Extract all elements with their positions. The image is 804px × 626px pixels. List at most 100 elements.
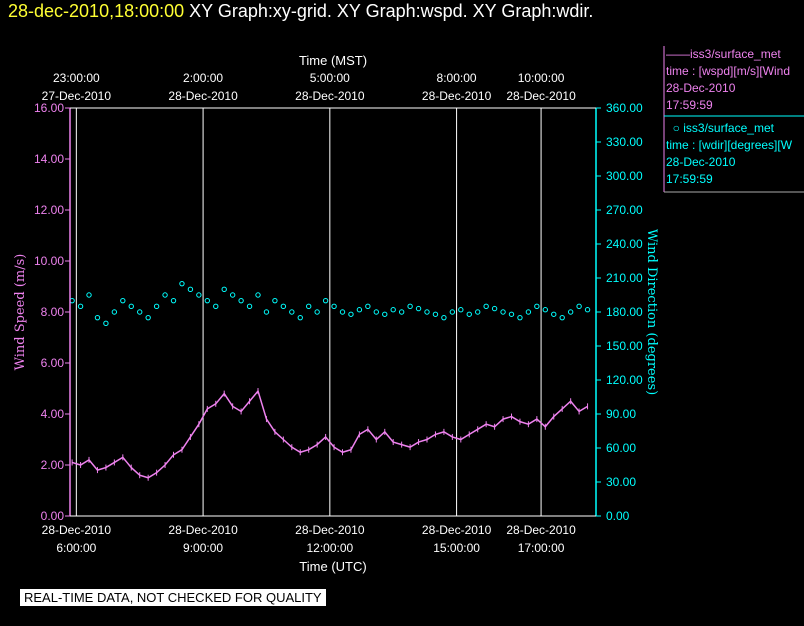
wdir-point bbox=[162, 292, 168, 298]
legend-wdir-date: 28-Dec-2010 bbox=[666, 155, 736, 169]
axes bbox=[65, 107, 601, 517]
wdir-point bbox=[246, 303, 253, 310]
x-bottom-tick-date: 28-Dec-2010 bbox=[422, 523, 492, 537]
x-bottom-axis-title: Time (UTC) bbox=[299, 559, 366, 574]
legend-wspd-date: 28-Dec-2010 bbox=[666, 81, 736, 95]
wdir-point bbox=[424, 309, 430, 315]
legend-wspd-var: time : [wspd][m/s][Wind bbox=[666, 64, 791, 78]
wdir-point bbox=[365, 303, 371, 310]
legend-wspd-time: 17:59:59 bbox=[666, 98, 713, 112]
wdir-point bbox=[483, 303, 489, 310]
legend-wspd: ——iss3/surface_met time : [wspd][m/s][Wi… bbox=[666, 46, 804, 114]
wdir-point bbox=[475, 309, 481, 315]
wdir-point bbox=[280, 303, 287, 310]
legend-wdir-series: iss3/surface_met bbox=[683, 121, 774, 135]
wdir-point bbox=[255, 292, 261, 298]
wdir-point bbox=[145, 314, 151, 321]
y-left-tick-label: 12.00 bbox=[34, 203, 64, 217]
y-right-tick-label: 30.00 bbox=[606, 475, 636, 489]
wdir-point bbox=[373, 309, 380, 315]
y-right-tick-label: 240.00 bbox=[606, 237, 643, 251]
wdir-point bbox=[534, 303, 540, 310]
wdir-point bbox=[238, 297, 244, 304]
x-bottom-tick-date: 28-Dec-2010 bbox=[42, 523, 112, 537]
x-bottom-tick-time: 17:00:00 bbox=[518, 541, 565, 555]
wdir-point bbox=[331, 303, 337, 310]
x-bottom-tick-time: 6:00:00 bbox=[56, 541, 96, 555]
wdir-point bbox=[170, 297, 177, 304]
x-bottom-tick-time: 12:00:00 bbox=[306, 541, 353, 555]
x-top-tick-date: 28-Dec-2010 bbox=[168, 89, 238, 103]
wdir-point bbox=[508, 311, 515, 317]
wdir-point bbox=[466, 311, 472, 317]
x-top-tick-date: 28-Dec-2010 bbox=[422, 89, 492, 103]
wdir-point bbox=[86, 292, 92, 298]
disclaimer-banner: REAL-TIME DATA, NOT CHECKED FOR QUALITY bbox=[20, 589, 326, 606]
wdir-point bbox=[576, 303, 582, 310]
wdir-point bbox=[103, 320, 109, 327]
wdir-point bbox=[196, 292, 202, 298]
legend-wdir-var: time : [wdir][degrees][W bbox=[666, 138, 793, 152]
wdir-point bbox=[500, 309, 506, 315]
wdir-point bbox=[297, 314, 303, 321]
wdir-point bbox=[441, 314, 447, 321]
y-right-tick-label: 90.00 bbox=[606, 407, 636, 421]
y-left-tick-label: 10.00 bbox=[34, 254, 64, 268]
x-bottom-tick-date: 28-Dec-2010 bbox=[168, 523, 238, 537]
wdir-point bbox=[306, 303, 312, 310]
axis-labels: 28-Dec-2010 6:00:00 28-Dec-2010 9:00:00 28-D… bbox=[13, 53, 659, 574]
wdir-point bbox=[77, 303, 84, 310]
y-left-tick-label: 14.00 bbox=[34, 152, 64, 166]
wdir-point bbox=[559, 314, 565, 321]
x-top-axis-title: Time (MST) bbox=[299, 53, 367, 68]
y-right-tick-label: 120.00 bbox=[606, 373, 643, 387]
wdir-point bbox=[289, 309, 295, 315]
grid bbox=[75, 108, 542, 516]
wdir-point bbox=[432, 311, 439, 317]
wdir-point bbox=[348, 311, 354, 317]
wdir-point bbox=[398, 309, 405, 315]
wdir-point bbox=[322, 297, 329, 304]
wdir-point bbox=[339, 309, 346, 315]
wdir-point bbox=[137, 309, 143, 315]
x-top-tick-time: 5:00:00 bbox=[310, 71, 350, 85]
x-bottom-tick-date: 28-Dec-2010 bbox=[295, 523, 365, 537]
wdir-point bbox=[584, 307, 591, 313]
wdir-point bbox=[120, 297, 126, 304]
x-top-tick-time: 2:00:00 bbox=[183, 71, 223, 85]
y-right-tick-label: 60.00 bbox=[606, 441, 636, 455]
wdir-point bbox=[415, 305, 422, 312]
y-right-tick-label: 150.00 bbox=[606, 339, 643, 353]
y-left-tick-label: 0.00 bbox=[41, 509, 65, 523]
y-right-tick-label: 0.00 bbox=[606, 509, 630, 523]
wdir-point bbox=[491, 305, 498, 312]
y-left-tick-label: 6.00 bbox=[41, 356, 65, 370]
wdir-point bbox=[567, 309, 574, 315]
legend-wspd-series: iss3/surface_met bbox=[690, 47, 781, 61]
wdir-point bbox=[551, 311, 557, 317]
x-bottom-tick-time: 9:00:00 bbox=[183, 541, 223, 555]
legend-wspd-line-icon: —— bbox=[666, 47, 690, 61]
wdir-point bbox=[390, 307, 396, 313]
y-right-tick-label: 270.00 bbox=[606, 203, 643, 217]
x-top-tick-time: 23:00:00 bbox=[53, 71, 100, 85]
x-top-tick-time: 8:00:00 bbox=[437, 71, 477, 85]
x-bottom-tick-time: 15:00:00 bbox=[433, 541, 480, 555]
wdir-point bbox=[314, 309, 320, 315]
wdir-point bbox=[221, 286, 227, 293]
wdir-point bbox=[449, 309, 456, 315]
wdir-point bbox=[382, 311, 388, 317]
wdir-point bbox=[187, 286, 194, 293]
x-top-tick-time: 10:00:00 bbox=[518, 71, 565, 85]
x-top-tick-date: 28-Dec-2010 bbox=[506, 89, 576, 103]
y-right-tick-label: 330.00 bbox=[606, 135, 643, 149]
wdir-point bbox=[517, 314, 523, 321]
y-left-tick-label: 8.00 bbox=[41, 305, 65, 319]
wdir-point bbox=[153, 303, 160, 310]
x-bottom-tick-date: 28-Dec-2010 bbox=[506, 523, 576, 537]
wdir-point bbox=[111, 309, 118, 315]
wdir-point bbox=[128, 303, 134, 310]
wdir-point bbox=[407, 303, 413, 310]
y-right-axis-title: Wind Direction (degrees) bbox=[644, 229, 659, 395]
x-top-tick-date: 28-Dec-2010 bbox=[295, 89, 365, 103]
